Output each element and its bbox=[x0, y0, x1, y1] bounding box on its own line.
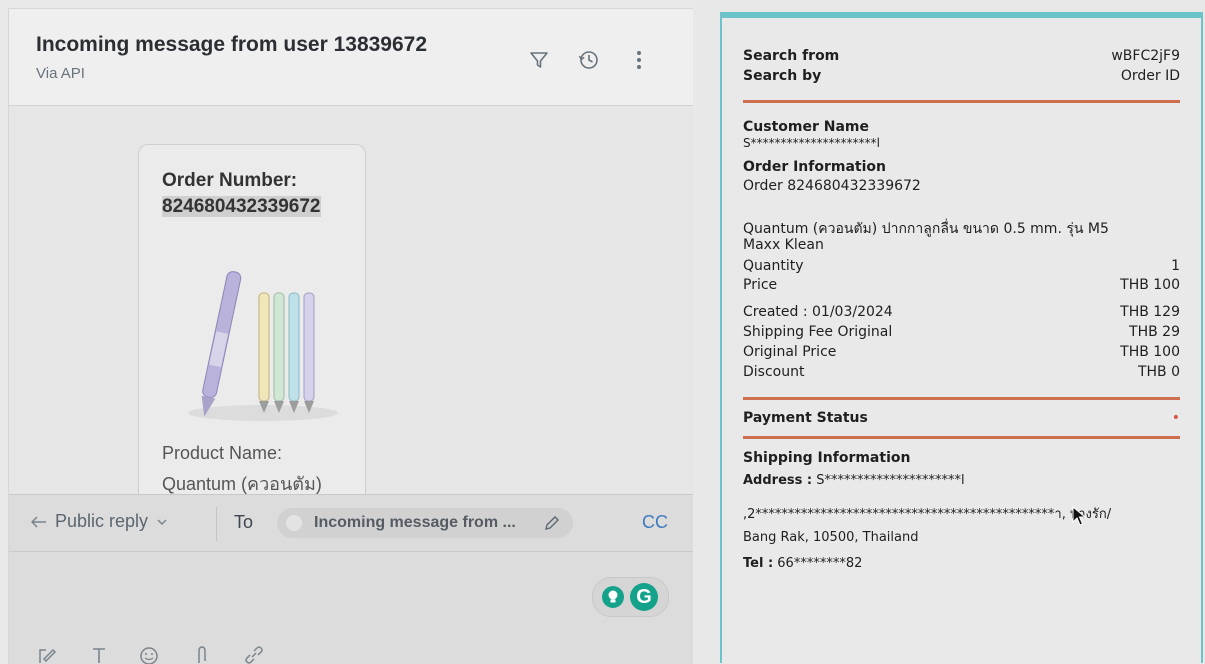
shipping-fee-label: Shipping Fee Original bbox=[743, 324, 893, 340]
search-by-value: Order ID bbox=[1120, 68, 1180, 84]
shipping-fee-row: Shipping Fee Original THB 29 bbox=[743, 324, 1180, 340]
history-icon[interactable] bbox=[576, 47, 602, 73]
link-icon[interactable] bbox=[244, 645, 264, 664]
recipient-name: Incoming message from ... bbox=[314, 514, 516, 531]
order-lookup-app: Search from wBFC2jF9 Search by Order ID … bbox=[720, 12, 1203, 663]
tel-label: Tel : bbox=[743, 556, 774, 571]
price-row: Price THB 100 bbox=[743, 277, 1180, 293]
address-row: Address : S*********************l bbox=[743, 473, 965, 488]
section-divider bbox=[743, 436, 1180, 439]
edit-pencil-icon[interactable] bbox=[543, 514, 561, 532]
search-by-row: Search by Order ID bbox=[743, 68, 1180, 84]
address-line-2: Bang Rak, 10500, Thailand bbox=[743, 530, 919, 545]
original-price-label: Original Price bbox=[743, 344, 837, 360]
grammarly-logo-icon[interactable]: G bbox=[630, 583, 658, 611]
discount-row: Discount THB 0 bbox=[743, 364, 1180, 380]
filter-icon[interactable] bbox=[526, 47, 552, 73]
mouse-cursor-icon bbox=[1072, 506, 1086, 526]
ticket-pane: Incoming message from user 13839672 Via … bbox=[8, 8, 693, 664]
payment-status-label: Payment Status bbox=[743, 410, 868, 426]
to-label: To bbox=[234, 512, 254, 532]
created-row: Created : 01/03/2024 THB 129 bbox=[743, 304, 1180, 320]
section-divider bbox=[743, 397, 1180, 400]
address-line-1-main: ,2**************************************… bbox=[743, 507, 1035, 522]
more-icon[interactable] bbox=[626, 47, 652, 73]
customer-name-value: S*********************l bbox=[743, 136, 880, 150]
reply-type-label: Public reply bbox=[55, 511, 149, 531]
recipient-pill[interactable]: Incoming message from ... bbox=[277, 508, 573, 538]
discount-value: THB 0 bbox=[1137, 364, 1180, 380]
payment-status-row: Payment Status • bbox=[743, 410, 1180, 426]
attachment-icon[interactable] bbox=[192, 645, 212, 664]
original-price-row: Original Price THB 100 bbox=[743, 344, 1180, 360]
address-line-1: ,2**************************************… bbox=[743, 503, 1111, 524]
product-line-2: Maxx Klean bbox=[743, 237, 824, 253]
emoji-icon[interactable] bbox=[139, 645, 159, 664]
conversation-area: Order Number: 824680432339672 Product Na… bbox=[9, 106, 693, 506]
search-from-value: wBFC2jF9 bbox=[1111, 48, 1180, 64]
order-number-label: Order Number: bbox=[162, 170, 298, 191]
address-label: Address : bbox=[743, 473, 813, 488]
payment-status-dot: • bbox=[1171, 410, 1180, 426]
tel-row: Tel : 66********82 bbox=[743, 556, 862, 571]
address-name: S*********************l bbox=[816, 473, 965, 488]
reply-arrow-icon bbox=[31, 515, 46, 528]
price-value: THB 100 bbox=[1120, 277, 1180, 293]
created-value: THB 129 bbox=[1120, 304, 1180, 320]
ticket-channel: Via API bbox=[36, 65, 85, 82]
quantity-row: Quantity 1 bbox=[743, 258, 1180, 274]
order-line: Order 824680432339672 bbox=[743, 178, 921, 194]
order-information-label: Order Information bbox=[743, 159, 887, 175]
search-from-label: Search from bbox=[743, 48, 840, 64]
reply-options-row: Public reply To Incoming message from ..… bbox=[9, 495, 693, 552]
shipping-information-label: Shipping Information bbox=[743, 450, 911, 466]
discount-label: Discount bbox=[743, 364, 805, 380]
search-by-label: Search by bbox=[743, 68, 822, 84]
original-price-value: THB 100 bbox=[1120, 344, 1180, 360]
reply-composer: Public reply To Incoming message from ..… bbox=[9, 494, 693, 664]
ticket-title: Incoming message from user 13839672 bbox=[36, 33, 428, 56]
grammarly-widget[interactable]: G bbox=[592, 577, 669, 617]
search-from-row: Search from wBFC2jF9 bbox=[743, 48, 1180, 64]
chevron-down-icon bbox=[157, 518, 167, 525]
quantity-label: Quantity bbox=[743, 258, 804, 274]
order-number-value: 824680432339672 bbox=[162, 196, 321, 217]
text-icon[interactable] bbox=[89, 645, 109, 664]
tel-value: 66********82 bbox=[777, 556, 863, 571]
created-label: Created : 01/03/2024 bbox=[743, 304, 893, 320]
avatar bbox=[286, 515, 302, 531]
reply-type-dropdown[interactable]: Public reply bbox=[31, 511, 168, 532]
shipping-fee-value: THB 29 bbox=[1129, 324, 1180, 340]
ticket-header: Incoming message from user 13839672 Via … bbox=[9, 9, 693, 106]
cc-button[interactable]: CC bbox=[642, 512, 668, 533]
lightbulb-icon[interactable] bbox=[602, 586, 624, 608]
compose-format-icon[interactable] bbox=[37, 645, 57, 664]
price-label: Price bbox=[743, 277, 778, 293]
quantity-value: 1 bbox=[1171, 258, 1180, 274]
divider bbox=[216, 507, 217, 541]
product-image bbox=[188, 271, 338, 421]
customer-name-label: Customer Name bbox=[743, 119, 869, 135]
section-divider bbox=[743, 100, 1180, 103]
product-name-label: Product Name: bbox=[162, 443, 283, 463]
order-card: Order Number: 824680432339672 Product Na… bbox=[138, 144, 366, 506]
